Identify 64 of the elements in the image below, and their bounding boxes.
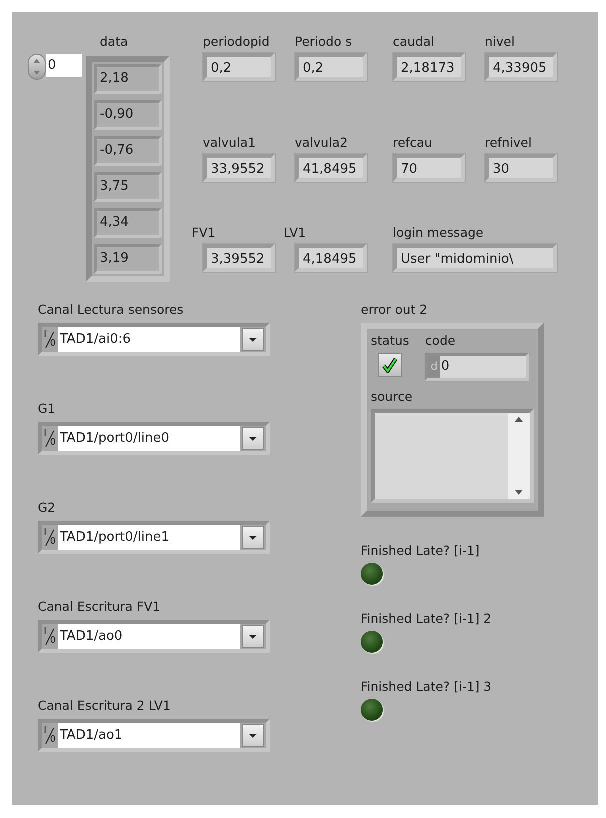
led-label: Finished Late? [i-1] 3 bbox=[361, 679, 493, 695]
caret-icon bbox=[248, 336, 258, 342]
channel-dropdown[interactable]: I 0 TAD1/port0/line1 bbox=[38, 521, 270, 554]
numeric-indicator: 41,8495 bbox=[295, 154, 367, 182]
array-element: -0,90 bbox=[94, 100, 162, 130]
indicator-label: Periodo s bbox=[295, 34, 354, 50]
numeric-indicator: 4,18495 bbox=[295, 244, 367, 272]
array-element: 2,18 bbox=[94, 64, 162, 94]
index-field[interactable]: 0 bbox=[46, 54, 82, 77]
control-label: Canal Escritura 2 LV1 bbox=[38, 698, 172, 714]
indicator-label: refnivel bbox=[485, 135, 533, 152]
array-element: 3,75 bbox=[94, 172, 162, 202]
numeric-indicator: 2,18173 bbox=[393, 53, 465, 81]
caret-icon bbox=[248, 732, 258, 738]
code-label: code bbox=[425, 333, 457, 349]
numeric-indicator: 70 bbox=[393, 154, 465, 182]
control-label: Canal Escritura FV1 bbox=[38, 599, 162, 615]
channel-dropdown[interactable]: I 0 TAD1/ai0:6 bbox=[38, 323, 270, 356]
channel-dropdown[interactable]: I 0 TAD1/ao1 bbox=[38, 719, 270, 752]
numeric-indicator: 0,2 bbox=[203, 53, 275, 81]
array-element: 4,34 bbox=[94, 208, 162, 238]
string-indicator: User "midominio\ bbox=[393, 244, 557, 272]
caret-icon bbox=[248, 436, 258, 442]
channel-dropdown[interactable]: I 0 TAD1/port0/line0 bbox=[38, 422, 270, 455]
scrollbar[interactable] bbox=[508, 413, 530, 499]
numeric-indicator: 3,39552 bbox=[203, 244, 275, 272]
up-arrow-icon bbox=[33, 58, 41, 64]
caret-icon bbox=[248, 634, 258, 640]
control-label: G1 bbox=[38, 401, 57, 417]
scroll-up-icon bbox=[515, 417, 523, 422]
channel-dropdown[interactable]: I 0 TAD1/ao0 bbox=[38, 620, 270, 653]
indicator-label: valvula2 bbox=[295, 135, 349, 152]
status-label: status bbox=[371, 333, 410, 349]
check-icon bbox=[382, 357, 398, 373]
numeric-indicator: 4,33905 bbox=[485, 53, 557, 81]
down-arrow-icon bbox=[33, 70, 41, 76]
indicator-label: periodopid bbox=[203, 34, 271, 50]
indicator-label: login message bbox=[393, 224, 485, 241]
array-element: 3,19 bbox=[94, 244, 162, 274]
indicator-label: caudal bbox=[393, 34, 436, 50]
dropdown-button[interactable] bbox=[242, 724, 264, 747]
stepper-arrows[interactable] bbox=[28, 54, 46, 80]
dropdown-button[interactable] bbox=[242, 328, 264, 351]
scroll-down-icon bbox=[515, 490, 523, 495]
code-indicator: d 0 bbox=[425, 353, 530, 381]
array-element: -0,76 bbox=[94, 136, 162, 166]
indicator-label: nivel bbox=[485, 34, 516, 50]
led-label: Finished Late? [i-1] 2 bbox=[361, 611, 493, 627]
array-label: data bbox=[100, 34, 130, 50]
control-label: Canal Lectura sensores bbox=[38, 302, 185, 318]
indicator-label: valvula1 bbox=[203, 135, 257, 152]
dropdown-button[interactable] bbox=[242, 427, 264, 450]
dropdown-button[interactable] bbox=[242, 526, 264, 549]
led-label: Finished Late? [i-1] bbox=[361, 543, 481, 559]
numeric-indicator: 33,9552 bbox=[203, 154, 275, 182]
source-label: source bbox=[371, 389, 414, 405]
dropdown-button[interactable] bbox=[242, 625, 264, 648]
indicator-label: LV1 bbox=[284, 224, 308, 241]
control-label: G2 bbox=[38, 500, 57, 516]
caret-icon bbox=[248, 534, 258, 540]
numeric-indicator: 0,2 bbox=[295, 53, 367, 81]
cluster-label: error out 2 bbox=[361, 302, 429, 318]
numeric-indicator: 30 bbox=[485, 154, 557, 182]
indicator-label: refcau bbox=[393, 135, 434, 152]
